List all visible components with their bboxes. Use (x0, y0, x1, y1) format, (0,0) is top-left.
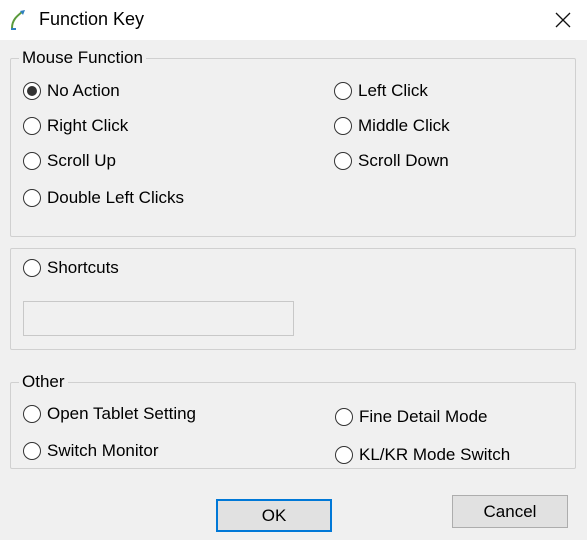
radio-circle (334, 117, 352, 135)
other-legend: Other (22, 372, 65, 391)
radio-circle (23, 82, 41, 100)
radio-left-click[interactable]: Left Click (334, 81, 428, 101)
close-icon (555, 12, 571, 28)
radio-label: Right Click (47, 116, 129, 135)
mouse-function-group: Mouse Function (10, 48, 576, 237)
radio-middle-click[interactable]: Middle Click (334, 116, 450, 136)
radio-circle (23, 442, 41, 460)
radio-circle (23, 405, 41, 423)
radio-shortcuts[interactable]: Shortcuts (23, 258, 119, 278)
cancel-button[interactable]: Cancel (452, 495, 568, 528)
radio-label: Switch Monitor (47, 441, 159, 460)
radio-circle (23, 259, 41, 277)
close-button[interactable] (546, 4, 580, 36)
radio-open-tablet-setting[interactable]: Open Tablet Setting (23, 404, 196, 424)
function-key-dialog: Function Key Mouse Function No Action Le… (0, 0, 587, 540)
radio-circle (335, 408, 353, 426)
radio-label: Left Click (358, 81, 428, 100)
radio-switch-monitor[interactable]: Switch Monitor (23, 441, 158, 461)
radio-no-action[interactable]: No Action (23, 81, 120, 101)
radio-circle (334, 82, 352, 100)
radio-fine-detail-mode[interactable]: Fine Detail Mode (335, 407, 488, 427)
radio-label: KL/KR Mode Switch (359, 445, 511, 464)
window-title: Function Key (39, 9, 145, 29)
radio-circle (23, 152, 41, 170)
ok-button[interactable]: OK (216, 499, 332, 532)
radio-label: Open Tablet Setting (47, 404, 197, 423)
radio-circle (23, 117, 41, 135)
radio-label: No Action (47, 81, 120, 100)
dialog-body: Mouse Function No Action Left Click Righ… (0, 40, 587, 540)
radio-scroll-down[interactable]: Scroll Down (334, 151, 449, 171)
radio-label: Double Left Clicks (47, 188, 185, 207)
radio-scroll-up[interactable]: Scroll Up (23, 151, 116, 171)
radio-circle (23, 189, 41, 207)
radio-selected-dot (27, 86, 37, 96)
radio-label: Scroll Up (47, 151, 116, 170)
radio-double-left-clicks[interactable]: Double Left Clicks (23, 188, 184, 208)
radio-label: Middle Click (358, 116, 450, 135)
radio-circle (334, 152, 352, 170)
pen-tablet-icon (8, 8, 30, 32)
radio-label: Scroll Down (358, 151, 449, 170)
shortcuts-input[interactable] (23, 301, 294, 336)
radio-kl-kr-mode-switch[interactable]: KL/KR Mode Switch (335, 445, 510, 465)
radio-circle (335, 446, 353, 464)
title-bar: Function Key (0, 0, 587, 40)
mouse-function-legend: Mouse Function (22, 48, 143, 67)
radio-label: Fine Detail Mode (359, 407, 488, 426)
radio-label: Shortcuts (47, 258, 119, 277)
radio-right-click[interactable]: Right Click (23, 116, 128, 136)
